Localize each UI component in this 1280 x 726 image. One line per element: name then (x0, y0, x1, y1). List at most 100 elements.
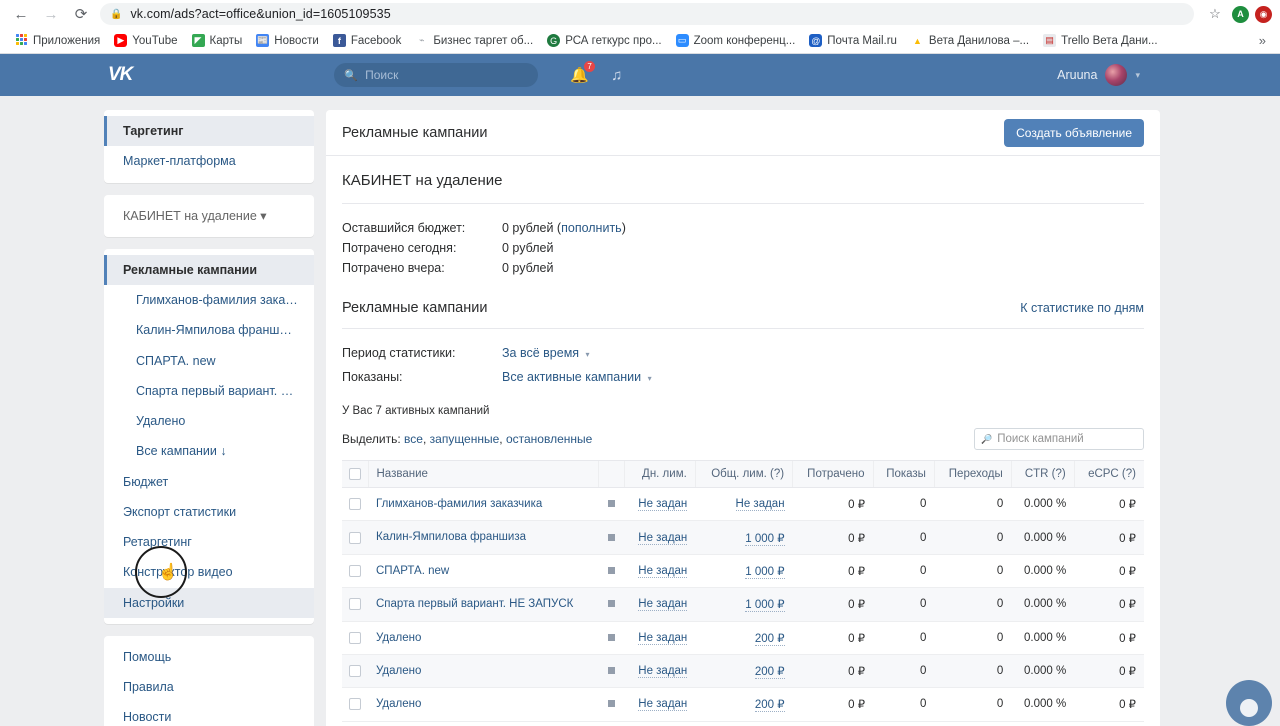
back-arrow-icon[interactable]: ← (8, 1, 34, 27)
campaign-name[interactable]: Удалено (368, 621, 599, 654)
total-limit-value[interactable]: 200 ₽ (755, 633, 785, 646)
checkbox[interactable] (349, 665, 361, 677)
column-clicks[interactable]: Переходы (934, 461, 1011, 488)
music-note-icon[interactable]: ♫ (611, 67, 622, 84)
daily-limit[interactable]: Не задан (625, 588, 695, 621)
table-row[interactable]: Спарта первый вариант. НЕ ЗАПУСК Не задан… (342, 588, 1144, 621)
total-limit[interactable]: 200 ₽ (695, 621, 792, 654)
browser-profile-avatar[interactable]: A (1232, 6, 1249, 23)
create-ad-button[interactable]: Создать объявление (1004, 119, 1144, 147)
daily-limit[interactable]: Не задан (625, 488, 695, 521)
daily-limit-value[interactable]: Не задан (638, 632, 687, 645)
daily-limit-value[interactable]: Не задан (638, 532, 687, 545)
checkbox[interactable] (349, 498, 361, 510)
column-daily-limit[interactable]: Дн. лим. (625, 461, 695, 488)
checkbox[interactable] (349, 565, 361, 577)
column-total-limit[interactable]: Общ. лим. (?) (695, 461, 792, 488)
daily-limit-value[interactable]: Не задан (638, 665, 687, 678)
table-row[interactable]: УдаленоНе задан200 ₽0 ₽000.000 %0 ₽ (342, 621, 1144, 654)
daily-stats-link[interactable]: К статистике по дням (1020, 301, 1144, 315)
campaign-name[interactable]: Удалено (368, 654, 599, 687)
sidebar-item-retargeting[interactable]: Ретаргетинг (104, 527, 314, 557)
daily-limit-value[interactable]: Не задан (638, 498, 687, 511)
select-all-link[interactable]: все (404, 432, 423, 446)
total-limit-value[interactable]: 1 000 ₽ (745, 533, 784, 546)
topup-link[interactable]: пополнить (561, 221, 622, 235)
daily-limit[interactable]: Не задан (625, 554, 695, 587)
sidebar-item-targeting[interactable]: Таргетинг (104, 116, 314, 146)
campaign-name[interactable]: СПАРТА. new (368, 554, 599, 587)
table-row[interactable]: УдаленоНе задан200 ₽0 ₽000.000 %0 ₽ (342, 688, 1144, 721)
row-checkbox-cell[interactable] (342, 688, 368, 721)
sidebar-item-campaign-kalin[interactable]: Калин-Ямпилова франшиза (104, 315, 314, 345)
bookmark-maps[interactable]: ◤ Карты (185, 32, 250, 49)
checkbox[interactable] (349, 468, 361, 480)
sidebar-item-campaign-glimhanov[interactable]: Глимханов-фамилия заказчи... (104, 285, 314, 315)
checkbox[interactable] (349, 632, 361, 644)
daily-limit-value[interactable]: Не задан (638, 565, 687, 578)
total-limit-value[interactable]: 1 000 ₽ (745, 599, 784, 612)
bookmark-facebook[interactable]: f Facebook (326, 32, 409, 49)
total-limit[interactable]: Не задан (695, 488, 792, 521)
vk-search-input[interactable]: 🔍 Поиск (334, 63, 538, 87)
sidebar-item-ad-campaigns[interactable]: Рекламные кампании (104, 255, 314, 285)
bookmark-zoom[interactable]: ▭ Zoom конференц... (669, 32, 803, 49)
column-spent[interactable]: Потрачено (793, 461, 873, 488)
sidebar-item-settings[interactable]: Настройки (104, 588, 314, 618)
sidebar-item-market-platform[interactable]: Маркет-платформа (104, 146, 314, 176)
total-limit[interactable]: 1 000 ₽ (695, 521, 792, 554)
table-row[interactable]: Калин-Ямпилова франшизаНе задан1 000 ₽0 … (342, 521, 1144, 554)
sidebar-item-budget[interactable]: Бюджет (104, 467, 314, 497)
notifications-button[interactable]: 🔔 7 (570, 66, 589, 85)
total-limit[interactable]: 1 000 ₽ (695, 588, 792, 621)
total-limit-value[interactable]: 200 ₽ (755, 699, 785, 712)
total-limit-value[interactable]: Не задан (736, 498, 785, 511)
sidebar-item-export-stats[interactable]: Экспорт статистики (104, 497, 314, 527)
total-limit[interactable]: 1 000 ₽ (695, 554, 792, 587)
reload-icon[interactable]: ⟳ (68, 1, 94, 27)
bookmark-youtube[interactable]: ▶ YouTube (107, 32, 184, 49)
total-limit-value[interactable]: 200 ₽ (755, 666, 785, 679)
bookmark-business-target[interactable]: ⌁ Бизнес таргет об... (408, 32, 540, 49)
sidebar-item-news[interactable]: Новости (104, 702, 314, 726)
total-limit-value[interactable]: 1 000 ₽ (745, 566, 784, 579)
sidebar-item-campaign-deleted[interactable]: Удалено (104, 406, 314, 436)
checkbox[interactable] (349, 698, 361, 710)
address-bar[interactable]: 🔒 vk.com/ads?act=office&union_id=1605109… (100, 3, 1194, 25)
daily-limit-value[interactable]: Не задан (638, 598, 687, 611)
daily-limit[interactable]: Не задан (625, 654, 695, 687)
vk-logo[interactable]: VK (108, 64, 132, 86)
user-menu[interactable]: Aruuna ▾ (1057, 64, 1140, 86)
daily-limit[interactable]: Не задан (625, 621, 695, 654)
campaign-name[interactable]: Спарта первый вариант. НЕ ЗАПУСК (368, 588, 599, 621)
daily-limit[interactable]: Не задан (625, 521, 695, 554)
sidebar-item-all-campaigns[interactable]: Все кампании ↓ (104, 436, 314, 466)
total-limit[interactable]: 200 ₽ (695, 654, 792, 687)
checkbox[interactable] (349, 532, 361, 544)
shown-dropdown[interactable]: Все активные кампании ▾ (502, 367, 652, 389)
checkbox[interactable] (349, 598, 361, 610)
campaign-name[interactable]: Глимханов-фамилия заказчика (368, 488, 599, 521)
column-ctr[interactable]: CTR (?) (1011, 461, 1074, 488)
star-icon[interactable]: ☆ (1204, 3, 1226, 25)
column-name[interactable]: Название (368, 461, 599, 488)
sidebar-item-help[interactable]: Помощь (104, 642, 314, 672)
column-ecpc[interactable]: eCPC (?) (1074, 461, 1144, 488)
column-impressions[interactable]: Показы (873, 461, 934, 488)
table-row[interactable]: Глимханов-фамилия заказчика Не задан Не за… (342, 488, 1144, 521)
bookmark-getcourse[interactable]: G РСА геткурс про... (540, 32, 668, 49)
bookmark-trello[interactable]: ▤ Trello Вета Дани... (1036, 32, 1164, 49)
row-checkbox-cell[interactable] (342, 588, 368, 621)
bookmark-mailru[interactable]: @ Почта Mail.ru (802, 32, 904, 49)
bookmarks-overflow-button[interactable]: » (1253, 33, 1272, 48)
support-chat-button[interactable] (1226, 680, 1272, 726)
sidebar-item-cabinet-selector[interactable]: КАБИНЕТ на удаление ▾ (104, 201, 314, 231)
bookmark-apps[interactable]: Приложения (8, 32, 107, 49)
total-limit[interactable]: 200 ₽ (695, 688, 792, 721)
period-dropdown[interactable]: За всё время ▾ (502, 343, 590, 365)
table-row[interactable]: СПАРТА. newНе задан1 000 ₽0 ₽000.000 %0 … (342, 554, 1144, 587)
row-checkbox-cell[interactable] (342, 488, 368, 521)
daily-limit[interactable]: Не задан (625, 688, 695, 721)
sidebar-item-rules[interactable]: Правила (104, 672, 314, 702)
campaign-search-input[interactable]: 🔎 Поиск кампаний (974, 428, 1144, 450)
